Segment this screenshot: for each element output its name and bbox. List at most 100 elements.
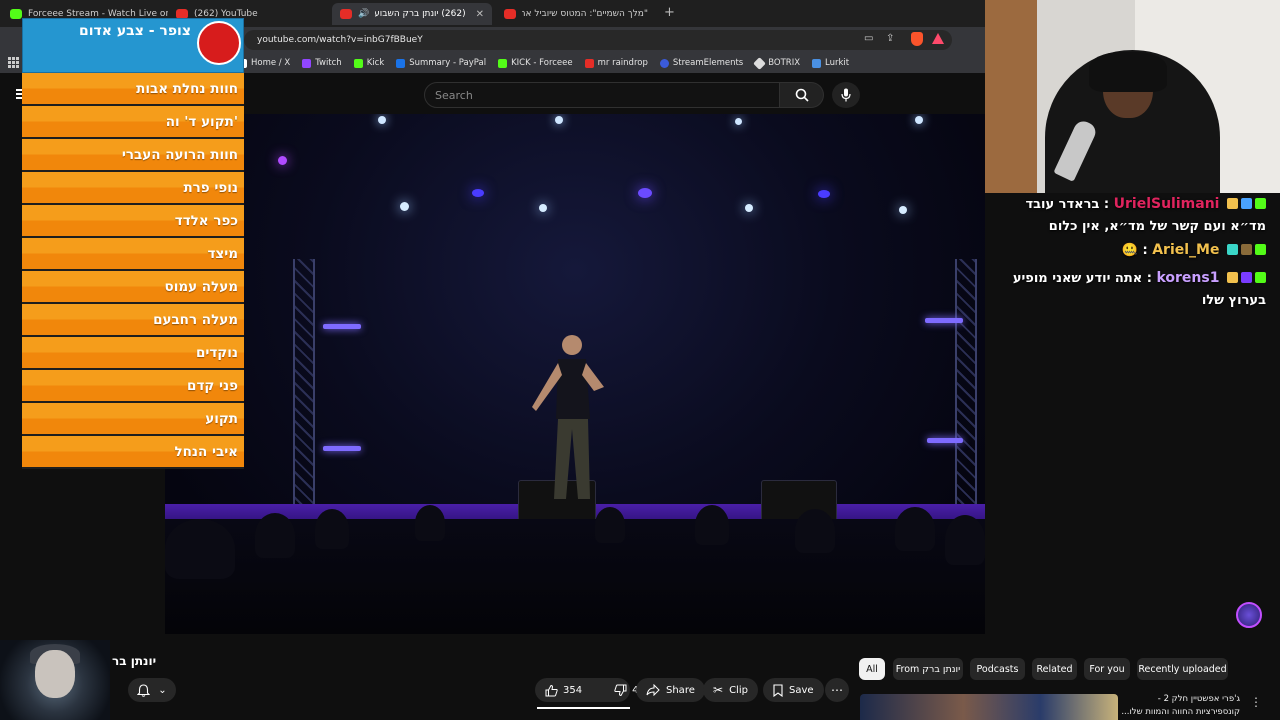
bookmark-home-x[interactable]: Home / X	[238, 58, 290, 68]
url-text: youtube.com/watch?v=inbG7fBBueY	[257, 35, 423, 45]
kick-badge-icon	[1255, 272, 1266, 283]
chat-username: korens1	[1156, 270, 1220, 286]
clip-button[interactable]: ✂ Clip	[703, 678, 758, 702]
chat-overlay: UrielSulimani : בראדר עובד מד״א ועם קשר …	[985, 193, 1280, 643]
alert-location: איבי הנחל	[22, 436, 244, 469]
bookmark-kick-forceee[interactable]: KICK - Forceee	[498, 58, 573, 68]
like-dislike-group: 354 4	[535, 678, 638, 702]
twitch-icon	[302, 58, 312, 68]
stage-light	[638, 188, 652, 198]
chip-related[interactable]: Related	[1032, 658, 1077, 680]
tab-youtube-news[interactable]: "מלך השמיים": המטוס שיוביל את טכ	[496, 3, 656, 25]
streamer-webcam	[985, 0, 1280, 193]
new-tab-button[interactable]: +	[664, 5, 675, 20]
chat-username: Ariel_Me	[1152, 242, 1220, 258]
stage-light	[899, 206, 907, 214]
alert-location: כפר אלדד	[22, 205, 244, 238]
video-player[interactable]	[165, 114, 985, 634]
tab-youtube-video[interactable]: 🔊 (262) יונתן ברק השבוע - פרק ✕	[332, 3, 492, 25]
more-horizontal-icon: ⋯	[831, 683, 843, 697]
channel-name[interactable]: יונתן בר	[112, 654, 156, 668]
chat-username: UrielSulimani	[1113, 196, 1220, 212]
bookmark-twitch[interactable]: Twitch	[302, 58, 342, 68]
streamer-avatar-cam	[0, 640, 110, 720]
stage-truss	[955, 259, 977, 509]
stage-light	[539, 204, 547, 212]
bell-icon	[137, 683, 151, 697]
alert-location: מיצד	[22, 238, 244, 271]
crown-badge-icon	[1227, 198, 1238, 209]
apps-grid-icon[interactable]	[8, 57, 19, 68]
audience	[165, 505, 985, 634]
chip-recently-uploaded[interactable]: Recently uploaded	[1137, 658, 1228, 680]
bookmark-botrix[interactable]: BOTRIX	[753, 56, 800, 70]
kick-icon	[10, 9, 22, 19]
like-button[interactable]: 354	[535, 678, 592, 702]
stage-light	[735, 118, 742, 125]
speaker-icon[interactable]: 🔊	[358, 9, 369, 19]
bookmark-icon	[773, 683, 783, 697]
search-button[interactable]	[780, 82, 824, 108]
alert-location-list: חוות נחלת אבות תקוע ד' וה' חוות הרועה הע…	[22, 73, 244, 469]
stage-light	[472, 189, 484, 197]
sub-badge-icon	[1241, 272, 1252, 283]
kick-badge-icon	[1255, 198, 1266, 209]
chip-podcasts[interactable]: Podcasts	[970, 658, 1025, 680]
recommended-menu-icon[interactable]: ⋮	[1250, 695, 1262, 709]
more-actions-button[interactable]: ⋯	[825, 678, 849, 702]
stage-light	[378, 116, 386, 124]
voice-search-button[interactable]	[832, 82, 860, 108]
chip-all[interactable]: All	[859, 658, 885, 680]
brave-shield-icon[interactable]	[911, 32, 923, 46]
led-strip	[925, 318, 963, 323]
stage-light	[915, 116, 923, 124]
stage-light	[278, 156, 287, 165]
brave-rewards-icon[interactable]	[932, 33, 944, 44]
tab-label: (262) יונתן ברק השבוע - פרק	[375, 9, 466, 19]
stage-truss	[293, 259, 315, 509]
url-field[interactable]: youtube.com/watch?v=inbG7fBBueY	[244, 30, 952, 50]
stage-light	[555, 116, 563, 124]
bookmark-paypal[interactable]: Summary - PayPal	[396, 58, 486, 68]
save-label: Save	[789, 684, 814, 696]
subscription-bell-button[interactable]: ⌄	[128, 678, 176, 702]
led-strip	[927, 438, 963, 443]
scissors-icon: ✂	[713, 683, 724, 697]
kick-icon	[353, 58, 363, 68]
recommended-video-thumbnail[interactable]	[860, 694, 1118, 720]
streamelements-icon	[659, 58, 669, 68]
save-button[interactable]: Save	[763, 678, 824, 702]
recommended-video-title[interactable]: ג'פרי אפשטיין חלק 2 - קונספירציות החווה …	[1122, 693, 1240, 719]
chip-from-channel[interactable]: From יונתן ברק	[893, 658, 963, 680]
search-input[interactable]: Search	[424, 82, 780, 108]
bookmark-lurkit[interactable]: Lurkit	[812, 58, 849, 68]
close-tab-icon[interactable]: ✕	[476, 9, 484, 20]
cast-icon[interactable]: ▭	[864, 33, 873, 44]
search-placeholder: Search	[435, 88, 473, 102]
alert-location: נוקדים	[22, 337, 244, 370]
bookmark-mr-raindrop[interactable]: mr raindrop	[584, 58, 648, 68]
botrix-icon	[753, 56, 767, 70]
share-icon[interactable]: ⇪	[886, 33, 894, 44]
chat-message: Ariel_Me : 🤐	[998, 239, 1266, 262]
alert-location: תקוע	[22, 403, 244, 436]
youtube-icon	[504, 9, 516, 19]
share-arrow-icon	[646, 684, 660, 696]
thumbs-up-icon	[545, 684, 558, 696]
chat-message: korens1 : אתה יודע שאני מופיע בערוץ שלו	[1012, 270, 1266, 308]
chat-message: UrielSulimani : בראדר עובד מד״א ועם קשר …	[1025, 196, 1266, 234]
bookmark-streamelements[interactable]: StreamElements	[659, 58, 743, 68]
chip-for-you[interactable]: For you	[1084, 658, 1130, 680]
youtube-icon	[584, 58, 594, 68]
share-button[interactable]: Share	[636, 678, 705, 702]
alert-location: חוות נחלת אבות	[22, 73, 244, 106]
stage-light	[745, 204, 753, 212]
chat-text: 🤐	[1121, 243, 1138, 258]
alert-location: תקוע ד' וה'	[22, 106, 244, 139]
lurkit-icon	[812, 58, 822, 68]
bookmark-kick[interactable]: Kick	[353, 58, 384, 68]
led-strip	[323, 446, 361, 451]
chevron-down-icon: ⌄	[158, 684, 167, 696]
alert-location: מעלה עמוס	[22, 271, 244, 304]
alert-location: נופי פרת	[22, 172, 244, 205]
